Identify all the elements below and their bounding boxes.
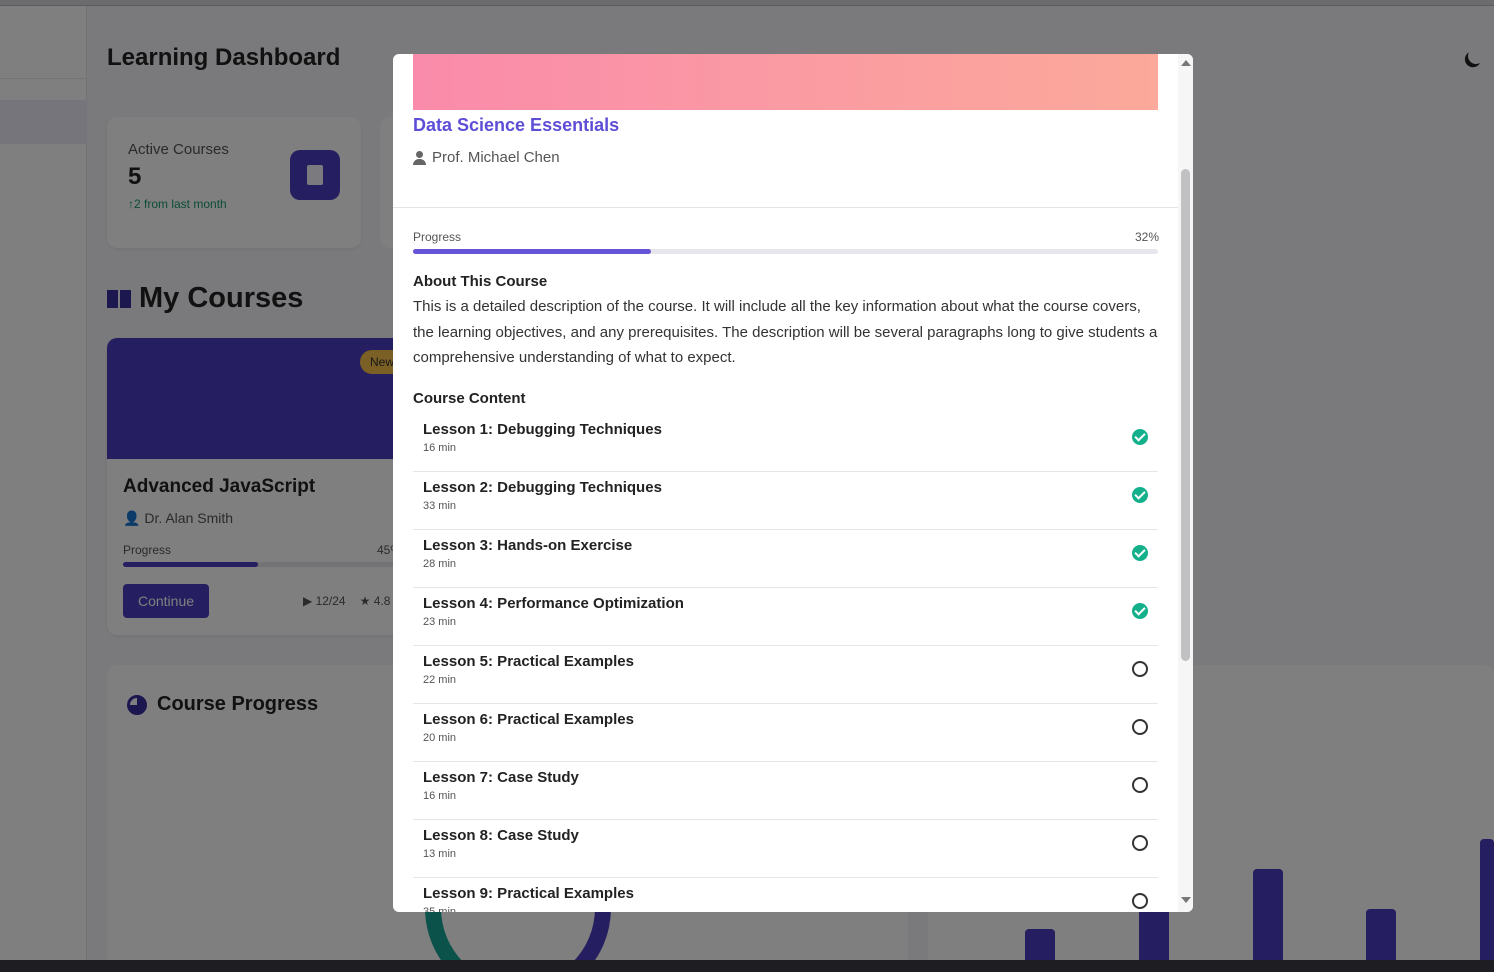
lesson-duration: 35 min — [423, 906, 457, 912]
modal-progress-track — [413, 249, 1158, 254]
modal-progress-fill — [413, 249, 652, 254]
lesson-item[interactable]: Lesson 5: Practical Examples 22 min — [413, 646, 1158, 704]
lesson-duration: 13 min — [423, 848, 457, 860]
lesson-list: Lesson 1: Debugging Techniques 16 min Less… — [413, 414, 1158, 912]
empty-circle-icon[interactable] — [1132, 835, 1148, 851]
scroll-down-arrow-icon[interactable] — [1181, 897, 1191, 903]
check-circle-icon[interactable] — [1132, 545, 1148, 561]
lesson-title: Lesson 8: Case Study — [423, 827, 579, 844]
lesson-item[interactable]: Lesson 2: Debugging Techniques 33 min — [413, 472, 1158, 530]
modal-instructor: Prof. Michael Chen — [413, 149, 560, 166]
lesson-duration: 33 min — [423, 500, 457, 512]
modal-progress-label: Progress — [413, 230, 462, 244]
empty-circle-icon[interactable] — [1132, 893, 1148, 909]
lesson-title: Lesson 6: Practical Examples — [423, 711, 634, 728]
modal-progress-value: 32% — [1135, 230, 1160, 244]
lesson-title: Lesson 2: Debugging Techniques — [423, 479, 662, 496]
scroll-up-arrow-icon[interactable] — [1181, 60, 1191, 66]
modal-course-title: Data Science Essentials — [413, 115, 620, 135]
lesson-item[interactable]: Lesson 1: Debugging Techniques 16 min — [413, 414, 1158, 472]
course-detail-modal: Data Science Essentials Prof. Michael Ch… — [393, 54, 1193, 912]
lesson-title: Lesson 7: Case Study — [423, 769, 579, 786]
lesson-item[interactable]: Lesson 8: Case Study 13 min — [413, 820, 1158, 878]
modal-instructor-name: Prof. Michael Chen — [432, 149, 560, 166]
empty-circle-icon[interactable] — [1132, 661, 1148, 677]
lesson-title: Lesson 1: Debugging Techniques — [423, 421, 662, 438]
empty-circle-icon[interactable] — [1132, 777, 1148, 793]
modal-banner — [413, 54, 1158, 110]
lesson-title: Lesson 5: Practical Examples — [423, 653, 634, 670]
lesson-duration: 22 min — [423, 674, 457, 686]
modal-scrollbar[interactable] — [1178, 54, 1193, 912]
lesson-item[interactable]: Lesson 6: Practical Examples 20 min — [413, 704, 1158, 762]
lesson-item[interactable]: Lesson 7: Case Study 16 min — [413, 762, 1158, 820]
check-circle-icon[interactable] — [1132, 603, 1148, 619]
taskbar — [0, 960, 1494, 972]
lesson-title: Lesson 9: Practical Examples — [423, 885, 634, 902]
lesson-item[interactable]: Lesson 3: Hands-on Exercise 28 min — [413, 530, 1158, 588]
scrollbar-thumb[interactable] — [1181, 169, 1190, 661]
course-content-heading: Course Content — [413, 390, 526, 407]
user-icon — [413, 150, 426, 165]
about-text: This is a detailed description of the co… — [413, 298, 1158, 366]
lesson-duration: 23 min — [423, 616, 457, 628]
lesson-item[interactable]: Lesson 9: Practical Examples 35 min — [413, 878, 1158, 912]
check-circle-icon[interactable] — [1132, 487, 1148, 503]
lesson-duration: 16 min — [423, 442, 457, 454]
lesson-duration: 28 min — [423, 558, 457, 570]
lesson-duration: 20 min — [423, 732, 457, 744]
about-heading: About This Course — [413, 273, 548, 290]
lesson-title: Lesson 3: Hands-on Exercise — [423, 537, 633, 554]
modal-divider — [393, 207, 1178, 208]
lesson-item[interactable]: Lesson 4: Performance Optimization 23 min — [413, 588, 1158, 646]
empty-circle-icon[interactable] — [1132, 719, 1148, 735]
lesson-duration: 16 min — [423, 790, 457, 802]
lesson-title: Lesson 4: Performance Optimization — [423, 595, 684, 612]
check-circle-icon[interactable] — [1132, 429, 1148, 445]
